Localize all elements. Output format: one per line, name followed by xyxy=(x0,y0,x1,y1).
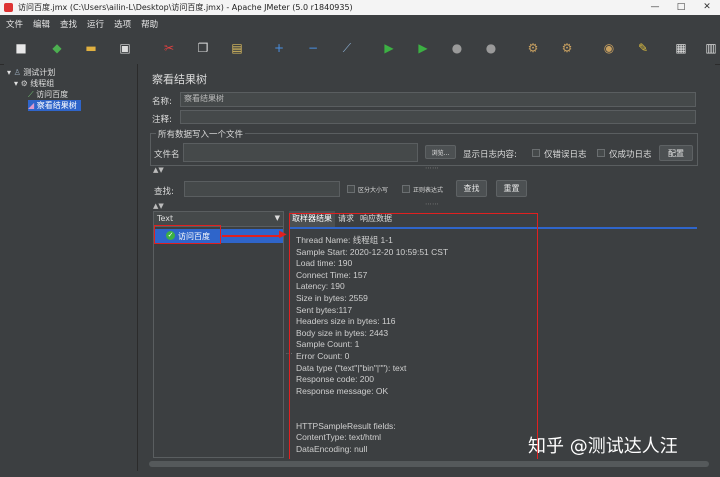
test-plan-tree: ▾ ♙ 测试计划 ▾ ⚙ 线程组 ⟋ 访问百度 ◢ 察看结果树 xyxy=(4,64,138,471)
minimize-button[interactable]: — xyxy=(642,0,668,15)
tree-item-label: 访问百度 xyxy=(36,90,69,99)
horizontal-scrollbar[interactable] xyxy=(145,459,715,469)
name-label: 名称: xyxy=(152,97,172,107)
expand-icon[interactable]: + xyxy=(268,38,290,58)
shutdown-icon[interactable]: ● xyxy=(480,38,502,58)
menu-options[interactable]: 选项 xyxy=(114,18,131,30)
case-sensitive-checkbox[interactable] xyxy=(347,185,355,193)
window-controls: — □ ✕ xyxy=(642,0,720,15)
help-icon[interactable]: ▥ xyxy=(700,38,720,58)
divider-grip-icon[interactable]: ⋯⋯ xyxy=(425,200,439,208)
regex-label: 正则表达式 xyxy=(413,187,444,194)
menu-file[interactable]: 文件 xyxy=(6,18,23,30)
menu-edit[interactable]: 编辑 xyxy=(33,18,50,30)
jmeter-window: 访问百度.jmx (C:\Users\ailin-L\Desktop\访问百度.… xyxy=(0,0,720,477)
open-icon[interactable]: ▬ xyxy=(80,38,102,58)
tree-item-label: 察看结果树 xyxy=(36,101,77,110)
paste-icon[interactable]: ▤ xyxy=(226,38,248,58)
watermark: 知乎 @测试达人汪 xyxy=(528,436,678,457)
save-icon[interactable]: ▣ xyxy=(114,38,136,58)
name-input[interactable]: 察看结果树 xyxy=(180,92,696,107)
annotation-arrow-head-icon: ▶ xyxy=(279,229,287,240)
panel-title: 察看结果树 xyxy=(152,73,207,86)
menu-search[interactable]: 查找 xyxy=(60,18,77,30)
http-sampler-icon: ⟋ xyxy=(28,90,34,99)
cut-icon[interactable]: ✂ xyxy=(158,38,180,58)
clear-icon[interactable]: ⚙ xyxy=(522,38,544,58)
browse-button[interactable]: 浏览... xyxy=(425,145,456,159)
success-only-label: 仅成功日志 xyxy=(609,150,652,160)
tree-item-thread-group[interactable]: ▾ ⚙ 线程组 xyxy=(14,78,54,89)
menu-run[interactable]: 运行 xyxy=(87,18,104,30)
collapse-arrows-icon[interactable]: ▲▼ xyxy=(153,166,164,174)
collapse-arrows-icon[interactable]: ▲▼ xyxy=(153,202,164,210)
write-to-file-title: 所有数据写入一个文件 xyxy=(156,128,246,140)
maximize-button[interactable]: □ xyxy=(668,0,694,15)
annotation-arrow-line xyxy=(222,235,282,237)
collapse-icon[interactable]: − xyxy=(302,38,324,58)
annotation-box-details xyxy=(289,213,538,463)
templates-icon[interactable]: ◆ xyxy=(46,38,68,58)
renderer-value: Text xyxy=(157,214,174,223)
case-sensitive-label: 区分大小写 xyxy=(358,187,389,194)
search-input[interactable] xyxy=(184,181,340,197)
test-plan-icon: ♙ xyxy=(13,68,21,77)
tree-item-label: 测试计划 xyxy=(23,68,56,77)
start-icon[interactable]: ▶ xyxy=(378,38,400,58)
sample-result-list: Text ▼ ✓ 访问百度 xyxy=(153,211,284,458)
filename-input[interactable] xyxy=(183,143,418,162)
reset-search-icon[interactable]: ✎ xyxy=(632,38,654,58)
log-label: 显示日志内容: xyxy=(463,150,517,160)
menu-help[interactable]: 帮助 xyxy=(141,18,158,30)
tree-item-view-results-tree[interactable]: ◢ 察看结果树 xyxy=(28,100,81,111)
listener-icon: ◢ xyxy=(28,101,35,110)
search-button[interactable]: 查找 xyxy=(456,180,487,197)
title-bar: 访问百度.jmx (C:\Users\ailin-L\Desktop\访问百度.… xyxy=(0,0,720,15)
chevron-down-icon: ▼ xyxy=(274,214,280,222)
tree-item-test-plan[interactable]: ▾ ♙ 测试计划 xyxy=(7,67,55,78)
tree-item-label: 线程组 xyxy=(30,79,55,88)
stop-icon[interactable]: ● xyxy=(446,38,468,58)
window-title: 访问百度.jmx (C:\Users\ailin-L\Desktop\访问百度.… xyxy=(18,3,353,12)
filename-label: 文件名 xyxy=(154,150,180,160)
comment-input[interactable] xyxy=(180,110,696,124)
expand-arrow-icon[interactable]: ▾ xyxy=(14,79,18,88)
scrollbar-thumb[interactable] xyxy=(149,461,709,467)
regex-checkbox[interactable] xyxy=(402,185,410,193)
start-no-pause-icon[interactable]: ▶ xyxy=(412,38,434,58)
search-label: 查找: xyxy=(154,187,174,197)
errors-only-checkbox[interactable] xyxy=(532,149,540,157)
clear-all-icon[interactable]: ⚙ xyxy=(556,38,578,58)
configure-button[interactable]: 配置 xyxy=(659,145,693,161)
gear-icon: ⚙ xyxy=(20,79,28,88)
jmeter-app-icon xyxy=(4,3,13,12)
divider-grip-icon[interactable]: ⋯⋯ xyxy=(425,164,439,172)
tree-item-http-sampler[interactable]: ⟋ 访问百度 xyxy=(28,89,68,100)
close-button[interactable]: ✕ xyxy=(694,0,720,15)
function-helper-icon[interactable]: ▦ xyxy=(670,38,692,58)
toggle-icon[interactable]: ⟋ xyxy=(336,38,358,58)
search-icon[interactable]: ◉ xyxy=(598,38,620,58)
comment-label: 注释: xyxy=(152,115,172,125)
copy-icon[interactable]: ❐ xyxy=(192,38,214,58)
expand-arrow-icon[interactable]: ▾ xyxy=(7,68,11,77)
errors-only-label: 仅错误日志 xyxy=(544,150,587,160)
new-icon[interactable]: ■ xyxy=(10,38,32,58)
reset-button[interactable]: 重置 xyxy=(496,180,527,197)
toolbar: ■ ◆ ▬ ▣ ✂ ❐ ▤ + − ⟋ ▶ ▶ ● ● ⚙ ⚙ ◉ ✎ ▦ ▥ xyxy=(0,32,720,65)
annotation-box-sample xyxy=(154,225,221,244)
success-only-checkbox[interactable] xyxy=(597,149,605,157)
menu-bar: 文件 编辑 查找 运行 选项 帮助 xyxy=(0,15,720,32)
